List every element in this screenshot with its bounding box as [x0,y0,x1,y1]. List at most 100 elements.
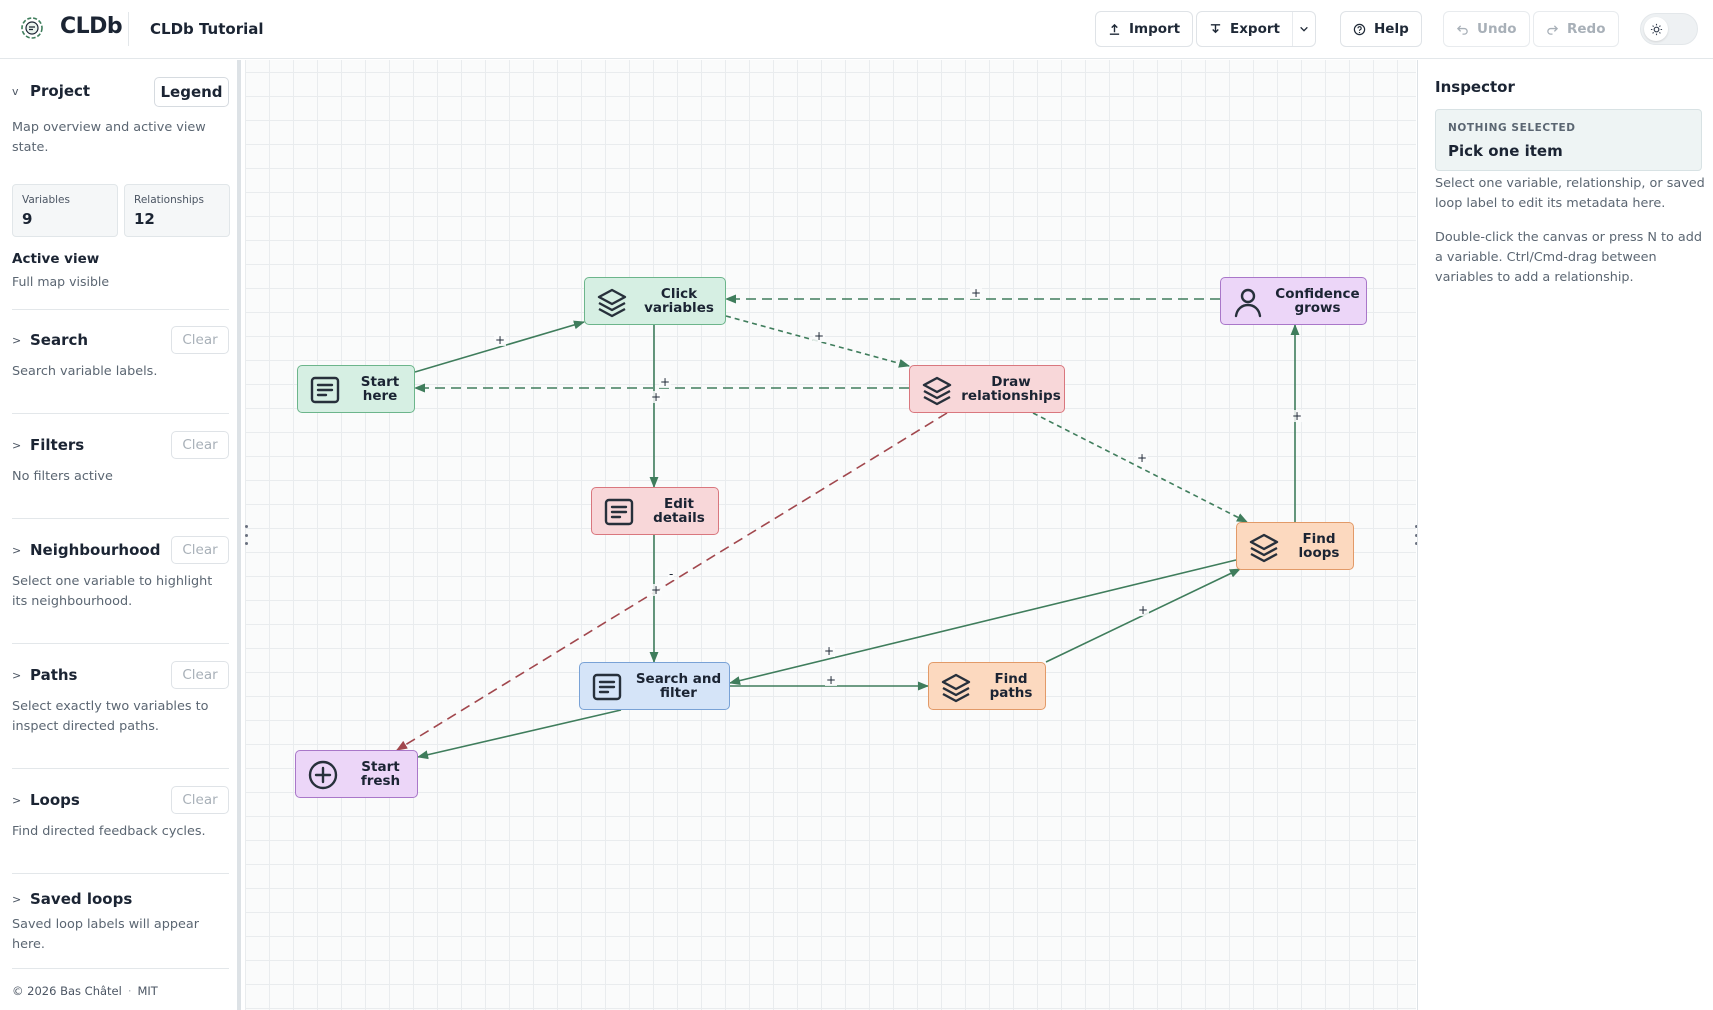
loops-description: Find directed feedback cycles. [12,824,206,839]
inspector-title: Inspector [1435,78,1515,96]
filters-section-title: Filters [30,436,85,454]
legend-button[interactable]: Legend [154,77,229,107]
left-sidebar: v Project Legend Map overview and active… [0,60,241,1010]
search-section-title: Search [30,331,89,349]
saved-loops-section-toggle[interactable]: > Saved loops [12,890,132,908]
theme-toggle-knob [1644,17,1668,41]
copyright-text: © 2026 Bas Châtel [12,984,122,998]
neighbourhood-description: Select one variable to highlight its nei… [12,574,213,609]
neighbourhood-section-title: Neighbourhood [30,541,161,559]
relationship-polarity-label[interactable]: + [1137,604,1150,616]
chevron-right-icon: > [12,333,22,347]
relationship-polarity-label[interactable]: + [970,287,983,299]
project-description: Map overview and active view state. [12,120,206,155]
neighbourhood-clear-button[interactable]: Clear [171,536,229,564]
relationship-polarity-label[interactable]: + [494,334,507,346]
import-button[interactable]: Import [1095,11,1194,47]
variable-label: Start fresh [360,759,401,789]
variables-stat-label: Variables [22,194,70,206]
relationship-polarity-label[interactable]: + [825,674,838,686]
search-section-toggle[interactable]: > Search [12,331,88,349]
variable-label: Draw relationships [961,374,1061,404]
theme-toggle[interactable] [1640,13,1698,45]
variable-node-find-loops[interactable]: Find loops [1236,522,1354,570]
export-label: Export [1230,21,1280,37]
active-view-value: Full map visible [12,274,110,289]
paths-section-title: Paths [30,666,78,684]
variable-label: Search and filter [635,671,722,701]
redo-label: Redo [1567,21,1606,37]
relationship-start-here-to-click-variables[interactable] [414,320,586,373]
variable-node-start-fresh[interactable]: Start fresh [295,750,418,798]
section-divider [12,873,229,874]
export-button-group: Export [1196,11,1316,47]
relationship-polarity-label[interactable]: + [813,330,826,342]
neighbourhood-section-toggle[interactable]: > Neighbourhood [12,541,160,559]
chevron-right-icon: > [12,793,22,807]
note-icon [590,670,624,704]
variable-node-find-paths[interactable]: Find paths [928,662,1046,710]
relationship-polarity-label[interactable]: + [650,584,663,596]
variable-node-search-and-filter[interactable]: Search and filter [579,662,730,710]
paths-clear-button[interactable]: Clear [171,661,229,689]
redo-icon [1547,24,1559,35]
note-icon [308,373,342,407]
relationship-polarity-label[interactable]: + [823,645,836,657]
variable-label: Find paths [989,671,1033,701]
variable-node-edit-details[interactable]: Edit details [591,487,719,535]
relationship-draw-relationships-to-find-loops[interactable] [1032,412,1248,523]
relationship-search-and-filter-to-start-fresh[interactable] [416,709,622,760]
chevron-down-icon: v [12,84,19,98]
relationship-polarity-label[interactable]: + [659,376,672,388]
relationships-stat-value: 12 [134,210,155,228]
relationship-polarity-label[interactable]: - [668,568,675,580]
relationship-polarity-label[interactable]: + [1291,410,1304,422]
variable-node-confidence-grows[interactable]: Confidence grows [1220,277,1367,325]
export-menu-toggle[interactable] [1291,12,1315,46]
undo-button[interactable]: Undo [1443,11,1530,47]
chevron-right-icon: > [12,668,22,682]
help-button[interactable]: Help [1340,11,1422,47]
relationship-polarity-label[interactable]: + [650,391,663,403]
section-divider [12,518,229,519]
license-link[interactable]: MIT [137,984,157,998]
header-divider [128,12,129,46]
search-clear-button[interactable]: Clear [171,326,229,354]
loops-section-title: Loops [30,791,80,809]
variable-node-start-here[interactable]: Start here [297,365,415,413]
undo-icon [1456,24,1468,35]
map-canvas[interactable]: + + + + + + - + + + + + Start here Click variables Dr… [245,60,1416,1010]
project-section-toggle[interactable]: v Project [12,82,90,100]
section-divider [12,413,229,414]
loops-section-toggle[interactable]: > Loops [12,791,80,809]
note-icon [602,495,636,529]
variables-stat: Variables 9 [12,184,118,237]
export-button[interactable]: Export [1197,12,1292,46]
relationship-polarity-label[interactable]: + [1136,452,1149,464]
saved-loops-description: Saved loop labels will appear here. [12,917,199,952]
redo-button[interactable]: Redo [1533,11,1619,47]
filters-section-toggle[interactable]: > Filters [12,436,84,454]
variables-stat-value: 9 [22,210,33,228]
relationships-stat: Relationships 12 [124,184,230,237]
sun-icon [1650,23,1662,35]
import-label: Import [1129,21,1181,37]
left-resize-handle[interactable] [244,525,248,545]
paths-section-toggle[interactable]: > Paths [12,666,78,684]
variable-label: Edit details [653,496,705,526]
download-icon [1210,23,1221,33]
loops-clear-button[interactable]: Clear [171,786,229,814]
cldb-logo-icon [21,17,43,39]
section-divider [12,309,229,310]
upload-icon [1109,23,1120,35]
layers-icon [595,285,629,319]
chevron-right-icon: > [12,438,22,452]
relationships-stat-label: Relationships [134,194,204,206]
project-section-title: Project [30,82,91,100]
filters-clear-button[interactable]: Clear [171,431,229,459]
active-view-title: Active view [12,251,100,267]
variable-node-draw-relationships[interactable]: Draw relationships [909,365,1065,413]
variable-node-click-variables[interactable]: Click variables [584,277,726,325]
variable-label: Find loops [1298,531,1340,561]
footer-separator: · [127,984,132,998]
